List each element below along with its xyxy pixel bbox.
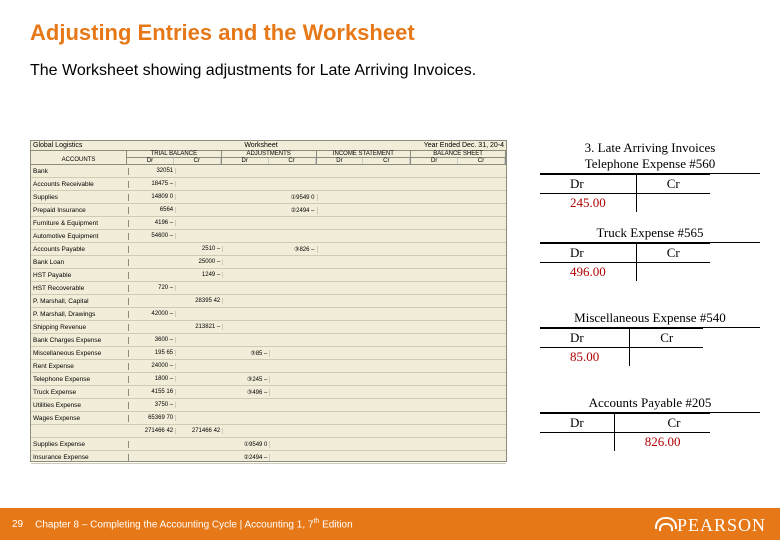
table-row: Miscellaneous Expense195 65③85 – [31,347,506,360]
table-row: P. Marshall, Capital28395 42 [31,295,506,308]
ledger-ap: Accounts Payable #205 DrCr 826.00 [540,395,760,451]
table-row: 271466 42271466 42 [31,425,506,438]
dr-head: Dr [540,414,614,433]
ledger-truck: Truck Expense #565 DrCr 496.00 [540,225,760,281]
cr-val [636,263,710,282]
cr: Cr [269,158,316,164]
ws-period: Year Ended Dec. 31, 20-4 [392,141,506,150]
ws-sec-tb: TRIAL BALANCE [151,151,197,157]
ledger-misc: Miscellaneous Expense #540 DrCr 85.00 [540,310,760,366]
table-row: Accounts Receivable18475 – [31,178,506,191]
dr-val: 245.00 [540,194,636,213]
dr-val [540,433,614,452]
table-row: P. Marshall, Drawings42000 – [31,308,506,321]
dr: Dr [411,158,458,164]
ledger-title: Accounts Payable #205 [540,395,760,413]
ledger-title: Miscellaneous Expense #540 [540,310,760,328]
cr-head: Cr [636,175,710,194]
dr-head: Dr [540,329,630,348]
footer: 29 Chapter 8 – Completing the Accounting… [0,508,780,540]
ws-accounts-head: ACCOUNTS [31,151,127,164]
dr-val: 85.00 [540,348,630,367]
dr-val: 496.00 [540,263,636,282]
table-row: HST Payable1249 – [31,269,506,282]
ws-rows: Bank32051Accounts Receivable18475 –Suppl… [31,165,506,464]
ws-company: Global Logistics [31,141,130,150]
cr-head: Cr [614,414,710,433]
table-row: Bank Charges Expense3600 – [31,334,506,347]
page-number: 29 [12,519,23,530]
table-row: Supplies14809 0①9549 0 [31,191,506,204]
ws-sec-bs: BALANCE SHEET [433,151,483,157]
cr: Cr [363,158,410,164]
table-row: Utilities Expense3750 – [31,399,506,412]
table-row: Insurance Expense②2494 – [31,451,506,464]
cr: Cr [458,158,505,164]
cr-head: Cr [630,329,704,348]
table-row: Telephone Expense1800 –③245 – [31,373,506,386]
cr-head: Cr [636,244,710,263]
table-row: Truck Expense4155 16③496 – [31,386,506,399]
table-row: Shipping Revenue213821 – [31,321,506,334]
worksheet-image: Global Logistics Worksheet Year Ended De… [30,140,507,462]
table-row: Wages Expense65369 70 [31,412,506,425]
cr-val [630,348,704,367]
dr: Dr [222,158,269,164]
table-row: Furniture & Equipment4196 – [31,217,506,230]
table-row: Accounts Payable2510 –③826 – [31,243,506,256]
table-row: Bank Loan25000 – [31,256,506,269]
table-row: Automotive Equipment54600 – [31,230,506,243]
dr-head: Dr [540,175,636,194]
cr-val [636,194,710,213]
table-row: Bank32051 [31,165,506,178]
subtitle: The Worksheet showing adjustments for La… [30,62,476,80]
table-row: Supplies Expense①9549 0 [31,438,506,451]
slide: Adjusting Entries and the Worksheet The … [0,0,780,540]
dr-head: Dr [540,244,636,263]
table-row: Prepaid Insurance6564②2494 – [31,204,506,217]
ledger-title: Telephone Expense #560 [540,156,760,174]
pearson-logo: PEARSON [655,515,766,536]
ws-label: Worksheet [130,141,392,150]
table-row: HST Recoverable720 – [31,282,506,295]
ledger-title: Truck Expense #565 [540,225,760,243]
dr: Dr [127,158,174,164]
ws-sec-adj: ADJUSTMENTS [246,151,290,157]
cr: Cr [174,158,221,164]
ledger-section-title: 3. Late Arriving Invoices [540,140,760,156]
table-row: Rent Expense24000 – [31,360,506,373]
ledger-telephone: 3. Late Arriving Invoices Telephone Expe… [540,140,760,212]
footer-text: Chapter 8 – Completing the Accounting Cy… [35,518,353,530]
cr-val: 826.00 [614,433,710,452]
dr: Dr [317,158,364,164]
page-title: Adjusting Entries and the Worksheet [30,20,415,46]
ws-sec-is: INCOME STATEMENT [333,151,394,157]
pearson-icon [655,517,673,535]
